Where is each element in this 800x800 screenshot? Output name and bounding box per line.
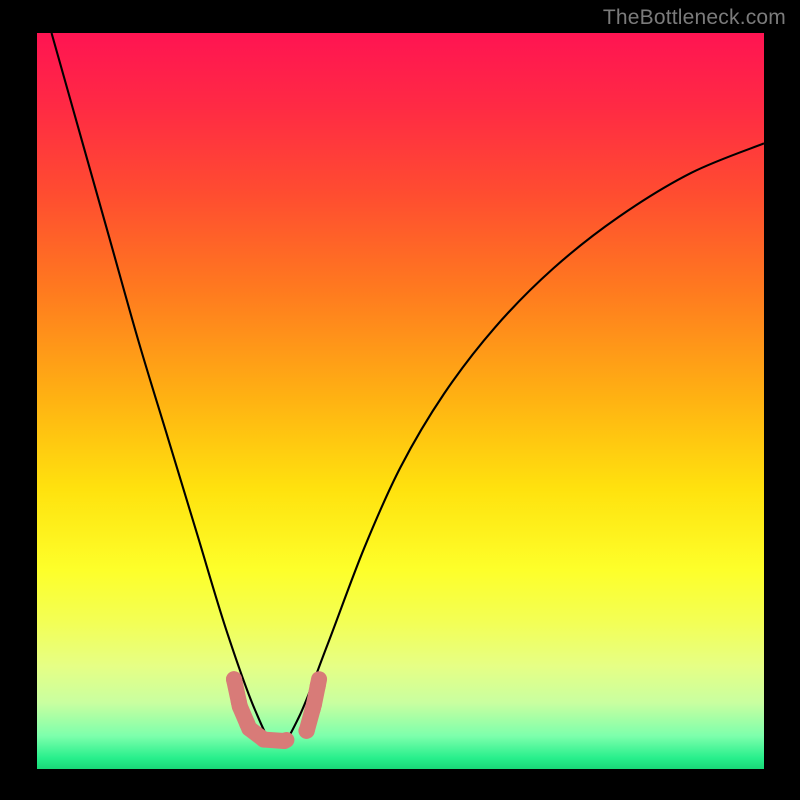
- plot-background: [37, 33, 764, 769]
- watermark-label: TheBottleneck.com: [603, 6, 786, 30]
- chart-container: TheBottleneck.com: [0, 0, 800, 800]
- bottleneck-chart: [0, 0, 800, 800]
